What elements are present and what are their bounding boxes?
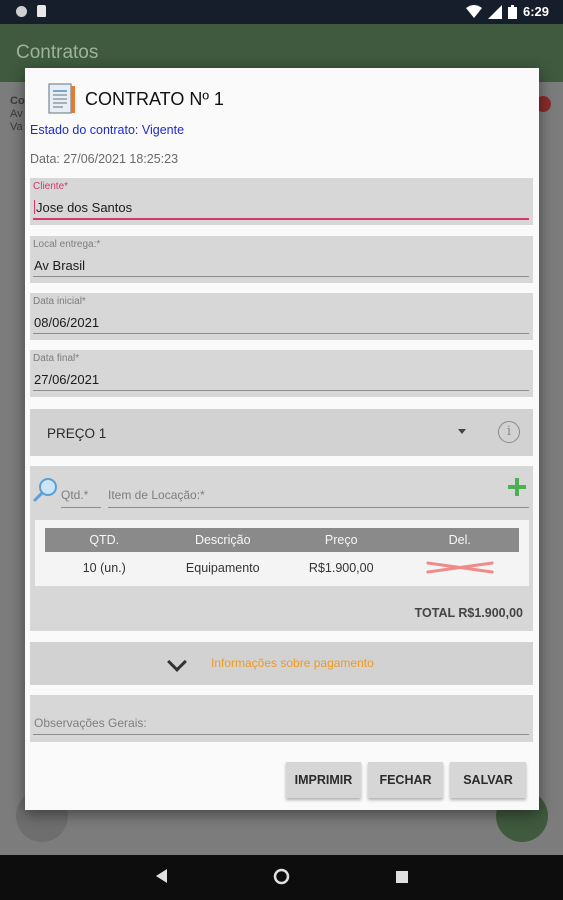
total-value: TOTAL R$1.900,00 <box>414 606 523 620</box>
item-locacao-input[interactable]: Item de Locação:* <box>108 486 529 508</box>
pagamento-expander[interactable]: Informações sobre pagamento <box>30 642 533 685</box>
bg-list-line: Va <box>10 121 23 133</box>
status-bar: 6:29 <box>0 0 563 24</box>
data-inicial-value: 08/06/2021 <box>34 315 100 330</box>
notification-dot-icon <box>16 5 27 17</box>
sd-card-icon <box>37 5 46 17</box>
row-descricao: Equipamento <box>185 561 260 575</box>
salvar-button[interactable]: SALVAR <box>450 762 526 798</box>
row-qtd: 10 (un.) <box>82 561 126 575</box>
local-entrega-field[interactable]: Local entrega:* Av Brasil <box>30 236 533 283</box>
col-qtd-header: QTD. <box>89 533 120 547</box>
contract-dialog: CONTRATO Nº 1 Estado do contrato: Vigent… <box>25 68 539 810</box>
recents-icon[interactable] <box>396 871 408 883</box>
data-inicial-underline <box>33 333 529 334</box>
preco-select[interactable]: PREÇO 1 i <box>30 409 533 456</box>
chevron-down-icon[interactable] <box>167 652 187 672</box>
back-icon[interactable] <box>156 869 168 883</box>
contract-status: Estado do contrato: Vigente <box>30 123 185 137</box>
contract-document-icon <box>48 83 75 114</box>
cliente-underline <box>33 218 529 220</box>
bg-list-line: Co <box>10 95 25 107</box>
col-preco-header: Preço <box>324 533 358 547</box>
col-descricao-header: Descrição <box>194 533 251 547</box>
dropdown-arrow-icon[interactable] <box>458 429 466 434</box>
qtd-input[interactable]: Qtd.* <box>61 486 101 508</box>
contract-date: Data: 27/06/2021 18:25:23 <box>30 152 179 166</box>
item-locacao-placeholder: Item de Locação:* <box>108 488 205 502</box>
navigation-bar <box>0 855 563 900</box>
table-row: 10 (un.) Equipamento R$1.900,00 <box>45 557 519 579</box>
text-caret <box>34 200 35 214</box>
battery-icon <box>507 4 517 19</box>
qtd-placeholder: Qtd.* <box>61 488 89 502</box>
cliente-value: Jose dos Santos <box>36 200 133 215</box>
fechar-button[interactable]: FECHAR <box>368 762 443 798</box>
observacoes-field[interactable]: Observações Gerais: <box>30 695 533 742</box>
cliente-field[interactable]: Cliente* Jose dos Santos <box>30 178 533 225</box>
wifi-icon <box>465 4 482 18</box>
delete-icon[interactable] <box>426 561 494 573</box>
info-icon[interactable]: i <box>498 421 520 443</box>
cliente-label: Cliente* <box>33 181 69 192</box>
data-final-label: Data final* <box>33 353 80 364</box>
table-header: QTD. Descrição Preço Del. <box>45 528 519 552</box>
row-preco: R$1.900,00 <box>308 561 374 575</box>
col-del-header: Del. <box>448 533 471 547</box>
observacoes-underline <box>33 734 529 735</box>
dialog-header: CONTRATO Nº 1 <box>47 83 224 115</box>
imprimir-button[interactable]: IMPRIMIR <box>286 762 361 798</box>
app-title: Contratos <box>16 42 99 63</box>
background-list-item: Co Av Va <box>10 95 25 134</box>
row-del <box>401 557 520 579</box>
dialog-title: CONTRATO Nº 1 <box>85 88 224 109</box>
signal-icon <box>487 4 502 19</box>
data-final-field[interactable]: Data final* 27/06/2021 <box>30 350 533 397</box>
observacoes-placeholder: Observações Gerais: <box>34 716 147 730</box>
data-inicial-field[interactable]: Data inicial* 08/06/2021 <box>30 293 533 340</box>
local-entrega-label: Local entrega:* <box>33 239 101 250</box>
data-final-value: 27/06/2021 <box>34 372 100 387</box>
home-icon[interactable] <box>273 868 290 885</box>
local-entrega-value: Av Brasil <box>34 258 86 273</box>
pagamento-label: Informações sobre pagamento <box>211 656 374 670</box>
add-item-icon[interactable] <box>508 478 526 496</box>
items-section: Qtd.* Item de Locação:* QTD. Descrição P… <box>30 466 533 631</box>
local-entrega-underline <box>33 276 529 277</box>
search-icon[interactable] <box>33 476 59 502</box>
cliente-value-wrap: Jose dos Santos <box>34 200 132 215</box>
bg-list-line: Av <box>10 108 23 120</box>
status-time: 6:29 <box>522 4 549 19</box>
items-table: QTD. Descrição Preço Del. 10 (un.) Equip… <box>35 520 529 586</box>
preco-selected-value: PREÇO 1 <box>47 426 107 441</box>
data-final-underline <box>33 390 529 391</box>
data-inicial-label: Data inicial* <box>33 296 86 307</box>
